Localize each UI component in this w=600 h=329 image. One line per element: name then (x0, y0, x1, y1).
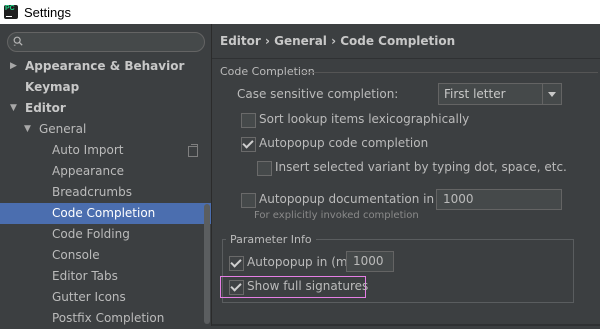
chevron-down-icon[interactable] (542, 84, 561, 104)
parameter-autopopup-value: 1000 (353, 254, 384, 268)
autopopup-code-checkbox[interactable] (241, 137, 256, 152)
section-title: Code Completion (220, 65, 315, 78)
tree-item-general[interactable]: ▼ General (0, 119, 211, 140)
autopopup-code-label: Autopopup code completion (259, 136, 429, 150)
sort-lookup-checkbox[interactable] (241, 113, 256, 128)
settings-content: Editor › General › Code Completion Code … (212, 24, 600, 326)
show-full-signatures-label: Show full signatures (247, 279, 369, 293)
tree-item-editor-tabs[interactable]: Editor Tabs (0, 266, 211, 287)
parameter-autopopup-checkbox[interactable] (229, 256, 244, 271)
autopopup-doc-hint: For explicitly invoked completion (254, 210, 419, 221)
show-full-signatures-checkbox[interactable] (229, 280, 244, 295)
sidebar-scrollbar[interactable] (204, 204, 210, 324)
case-sensitive-label: Case sensitive completion: (237, 87, 399, 101)
project-settings-icon (188, 144, 198, 157)
autopopup-doc-value: 1000 (443, 192, 474, 206)
collapsed-arrow-icon[interactable]: ▶ (10, 56, 17, 77)
parameter-info-title: Parameter Info (226, 233, 316, 246)
settings-sidebar: ▶ Appearance & Behavior Keymap ▼ Editor … (0, 24, 212, 326)
tree-item-gutter-icons[interactable]: Gutter Icons (0, 287, 211, 308)
tree-item-code-completion[interactable]: Code Completion (0, 203, 211, 224)
parameter-autopopup-input[interactable]: 1000 (346, 251, 394, 272)
expanded-arrow-icon[interactable]: ▼ (24, 119, 31, 140)
autopopup-doc-checkbox[interactable] (241, 193, 256, 208)
tree-item-console[interactable]: Console (0, 245, 211, 266)
autopopup-doc-input[interactable]: 1000 (436, 189, 562, 210)
search-icon (13, 36, 23, 46)
tree-item-code-folding[interactable]: Code Folding (0, 224, 211, 245)
tree-item-editor[interactable]: ▼ Editor (0, 98, 211, 119)
header-divider (212, 58, 600, 59)
tree-item-auto-import[interactable]: Auto Import (0, 140, 211, 161)
pycharm-app-icon (4, 5, 18, 19)
insert-selected-checkbox[interactable] (257, 161, 272, 176)
tree-item-keymap[interactable]: Keymap (0, 77, 211, 98)
window-title: Settings (24, 4, 71, 20)
insert-selected-label: Insert selected variant by typing dot, s… (275, 160, 567, 174)
breadcrumb: Editor › General › Code Completion (220, 34, 456, 48)
case-sensitive-dropdown[interactable]: First letter (438, 83, 562, 105)
case-sensitive-value: First letter (444, 87, 506, 101)
section-divider (302, 72, 598, 73)
expanded-arrow-icon[interactable]: ▼ (10, 98, 17, 119)
sort-lookup-label: Sort lookup items lexicographically (259, 112, 470, 126)
search-input[interactable] (7, 32, 205, 52)
tree-item-breadcrumbs[interactable]: Breadcrumbs (0, 182, 211, 203)
tree-item-appearance[interactable]: Appearance (0, 161, 211, 182)
tree-item-appearance-behavior[interactable]: ▶ Appearance & Behavior (0, 56, 211, 77)
title-bar: Settings (0, 0, 600, 24)
